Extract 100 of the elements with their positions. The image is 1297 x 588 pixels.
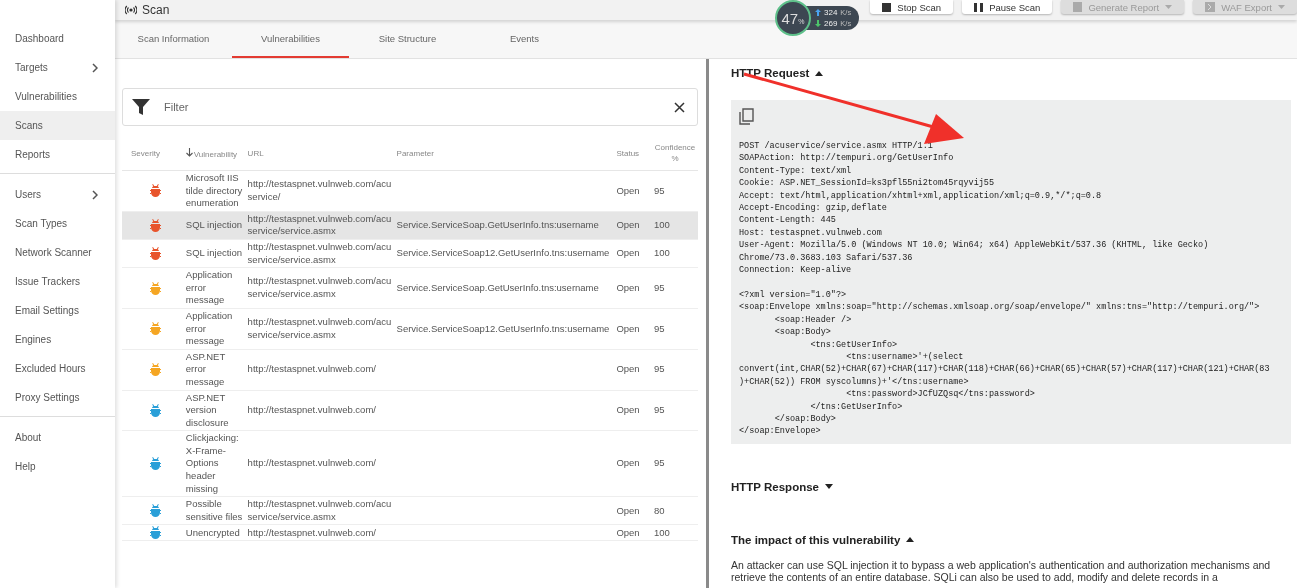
- page-title: Scan: [142, 3, 170, 17]
- sidebar-item[interactable]: Users: [0, 180, 115, 209]
- broadcast-icon: [125, 5, 137, 15]
- sidebar-item[interactable]: Network Scanner: [0, 238, 115, 267]
- confidence-text: 95: [654, 281, 665, 293]
- url-text: http://testaspnet.vulnweb.com/acuservice/service.asmx: [247, 498, 392, 522]
- confidence-text: 95: [654, 404, 665, 416]
- pause-icon: [974, 2, 984, 12]
- status-text: Open: [616, 404, 640, 416]
- url-text: http://testaspnet.vulnweb.com/acuservice/service.asmx: [247, 275, 392, 300]
- percent-value: 47: [781, 10, 799, 27]
- sidebar-item[interactable]: Proxy Settings: [0, 383, 115, 412]
- status-text: Open: [616, 281, 640, 293]
- funnel-icon: [132, 98, 150, 116]
- table-row[interactable]: SQL injection http://testaspnet.vulnweb.com/acuservice/service.asmx Service.ServiceSoap.GetUserInfo.tns:username Open 100: [122, 211, 698, 240]
- upload-arrow-icon: [815, 9, 821, 16]
- vulnerability-name: Application error message: [185, 309, 233, 347]
- download-value: 269: [824, 19, 838, 28]
- parameter-text: Service.ServiceSoap12.GetUserInfo.tns:username: [396, 322, 610, 334]
- tab[interactable]: Vulnerabilities: [232, 20, 349, 58]
- confidence-text: 80: [654, 504, 665, 516]
- column-header[interactable]: Status: [616, 148, 640, 158]
- column-header[interactable]: Vulnerability: [193, 149, 238, 159]
- vulnerability-name: SQL injection: [185, 247, 242, 259]
- chevron-right-icon: [92, 189, 98, 200]
- close-icon[interactable]: [674, 101, 685, 113]
- url-text: http://testaspnet.vulnweb.com/: [247, 363, 376, 375]
- table-row[interactable]: Application error message http://testaspnet.vulnweb.com/acuservice/service.asmx Service.ServiceSoap12.GetUserInfo.tns:username Open 95: [122, 308, 698, 350]
- sidebar-item[interactable]: Scans: [0, 111, 115, 140]
- vulnerability-name: Microsoft IIS tilde directory enumeration: [185, 172, 243, 209]
- table-row[interactable]: Unencrypted http://testaspnet.vulnweb.com/ Open 100: [122, 524, 698, 541]
- column-header[interactable]: URL: [247, 148, 264, 158]
- export-icon: [1205, 2, 1216, 12]
- vulnerability-name: SQL injection: [185, 219, 242, 231]
- filter-field[interactable]: Filter: [122, 88, 698, 126]
- copy-icon[interactable]: [739, 108, 754, 125]
- vulnerability-name: ASP.NET error message: [185, 350, 226, 387]
- status-text: Open: [616, 504, 640, 516]
- stop-icon: [882, 2, 892, 12]
- section-heading[interactable]: The impact of this vulnerability: [731, 532, 1291, 547]
- tab[interactable]: Events: [466, 20, 583, 58]
- table-row[interactable]: Possible sensitive files http://testaspnet.vulnweb.com/acuservice/service.asmx Open 80: [122, 496, 698, 525]
- vulnerability-name: ASP.NET version disclosure: [185, 391, 229, 428]
- header-button[interactable]: Stop Scan: [870, 0, 954, 14]
- url-text: http://testaspnet.vulnweb.com/: [247, 526, 376, 538]
- sidebar-item[interactable]: Vulnerabilities: [0, 82, 115, 111]
- sidebar-item[interactable]: Excluded Hours: [0, 354, 115, 383]
- vulnerability-name: Unencrypted: [185, 526, 240, 538]
- url-text: http://testaspnet.vulnweb.com/: [247, 404, 376, 416]
- sidebar-item[interactable]: Issue Trackers: [0, 267, 115, 296]
- impact-description: An attacker can use SQL injection it to bypass a web application's authentication and authorization mechanisms and retrieve the contents of an entire database. SQLi can also be used to add, modify and delete records in a: [731, 558, 1272, 584]
- http-request-text: POST /acuservice/service.asmx HTTP/1.1 SOAPAction: http://tempuri.org/GetUserInfo Content-Type: text/xml Cookie: ASP.NET_SessionId=ks3pfl55ni2tom45rqyvij55 Accept: text/html,application/xhtml+xml,application/xml;q=0.9,*/*;q=0.8 Accept-Encoding: gzip,deflate Content-Length: 445 Host: testaspnet.vulnweb.com User-Agent: Mozilla/5.0 (Windows NT 10.0; Win64; x64) AppleWebKit/537.36 (KHTML, like Gecko) Chrome/73.0.3683.103 Safari/537.36 Connection: Keep-alive <?xml version="1.0"?> <soap:Envelope xmlns:soap="http://schemas.xmlsoap.org/soap/envelope/" xmlns:tns="http://tempuri.org/"> <soap:Header /> <soap:Body> <tns:GetUserInfo> <tns:username>'+(select convert(int,CHAR(52)+CHAR(67)+CHAR(117)+CHAR(118)+CHAR(66)+CHAR(65)+CHAR(57)+CHAR(117)+CHAR(121)+CHAR(83 )+CHAR(52)) FROM syscolumns)+'</tns:username> <tns:password>JCfUZQsq</tns:password> </tns:GetUserInfo> </soap:Body> </soap:Envelope>: [739, 140, 1271, 438]
- confidence-text: 95: [654, 322, 665, 334]
- status-text: Open: [616, 219, 640, 231]
- confidence-text: 95: [654, 363, 665, 375]
- sidebar-item[interactable]: Dashboard: [0, 24, 115, 53]
- sidebar-item[interactable]: Targets: [0, 53, 115, 82]
- url-text: http://testaspnet.vulnweb.com/: [247, 457, 376, 469]
- column-header[interactable]: Parameter: [396, 148, 434, 158]
- parameter-text: Service.ServiceSoap.GetUserInfo.tns:username: [396, 219, 599, 231]
- confidence-text: 100: [654, 526, 670, 538]
- document-icon: [1073, 2, 1083, 12]
- url-text: http://testaspnet.vulnweb.com/acuservice/: [247, 178, 392, 202]
- sidebar-item[interactable]: Reports: [0, 140, 115, 169]
- status-text: Open: [616, 184, 640, 196]
- tab[interactable]: Scan Information: [115, 20, 232, 58]
- sidebar-item[interactable]: Scan Types: [0, 209, 115, 238]
- url-text: http://testaspnet.vulnweb.com/acuservice/service.asmx: [247, 316, 392, 340]
- column-header[interactable]: Severity: [131, 148, 160, 158]
- download-arrow-icon: [815, 20, 821, 27]
- vulnerability-name: Possible sensitive files: [185, 498, 243, 522]
- filter-input[interactable]: Filter: [162, 100, 662, 114]
- confidence-text: 100: [654, 247, 670, 259]
- confidence-text: 95: [654, 457, 665, 469]
- vulnerability-name: Clickjacking: X-Frame-Options header missing: [185, 432, 239, 494]
- table-row[interactable]: ASP.NET error message http://testaspnet.vulnweb.com/ Open 95: [122, 349, 698, 390]
- sidebar-item[interactable]: Engines: [0, 325, 115, 354]
- caret-up-icon: [906, 537, 915, 543]
- sidebar-item[interactable]: Help: [0, 452, 115, 481]
- header-button[interactable]: Pause Scan: [962, 0, 1053, 14]
- tab[interactable]: Site Structure: [349, 20, 466, 58]
- parameter-text: Service.ServiceSoap.GetUserInfo.tns:username: [396, 281, 599, 293]
- status-text: Open: [616, 322, 640, 334]
- sort-down-arrow-icon[interactable]: [185, 147, 193, 157]
- table-row[interactable]: ASP.NET version disclosure http://testaspnet.vulnweb.com/ Open 95: [122, 390, 698, 431]
- confidence-text: 100: [654, 219, 670, 231]
- caret-up-icon: [815, 70, 824, 76]
- sidebar-item[interactable]: Email Settings: [0, 296, 115, 325]
- parameter-text: Service.ServiceSoap12.GetUserInfo.tns:username: [396, 247, 610, 259]
- caret-down-icon: [1278, 5, 1285, 9]
- sidebar-item[interactable]: About: [0, 423, 115, 452]
- table-row[interactable]: SQL injection http://testaspnet.vulnweb.com/acuservice/service.asmx Service.ServiceSoap12.GetUserInfo.tns:username Open 100: [122, 239, 698, 268]
- section-heading[interactable]: HTTP Response: [731, 479, 1291, 494]
- status-text: Open: [616, 457, 640, 469]
- caret-down-icon: [825, 484, 833, 490]
- vulnerability-name: Application error message: [185, 269, 233, 306]
- confidence-text: 95: [654, 184, 665, 196]
- table-row[interactable]: Clickjacking: X-Frame-Options header missing http://testaspnet.vulnweb.com/ Open 95: [122, 430, 698, 497]
- table-row[interactable]: Application error message http://testaspnet.vulnweb.com/acuservice/service.asmx Service.ServiceSoap.GetUserInfo.tns:username Open 95: [122, 267, 698, 309]
- column-header[interactable]: Confidence %: [654, 142, 696, 164]
